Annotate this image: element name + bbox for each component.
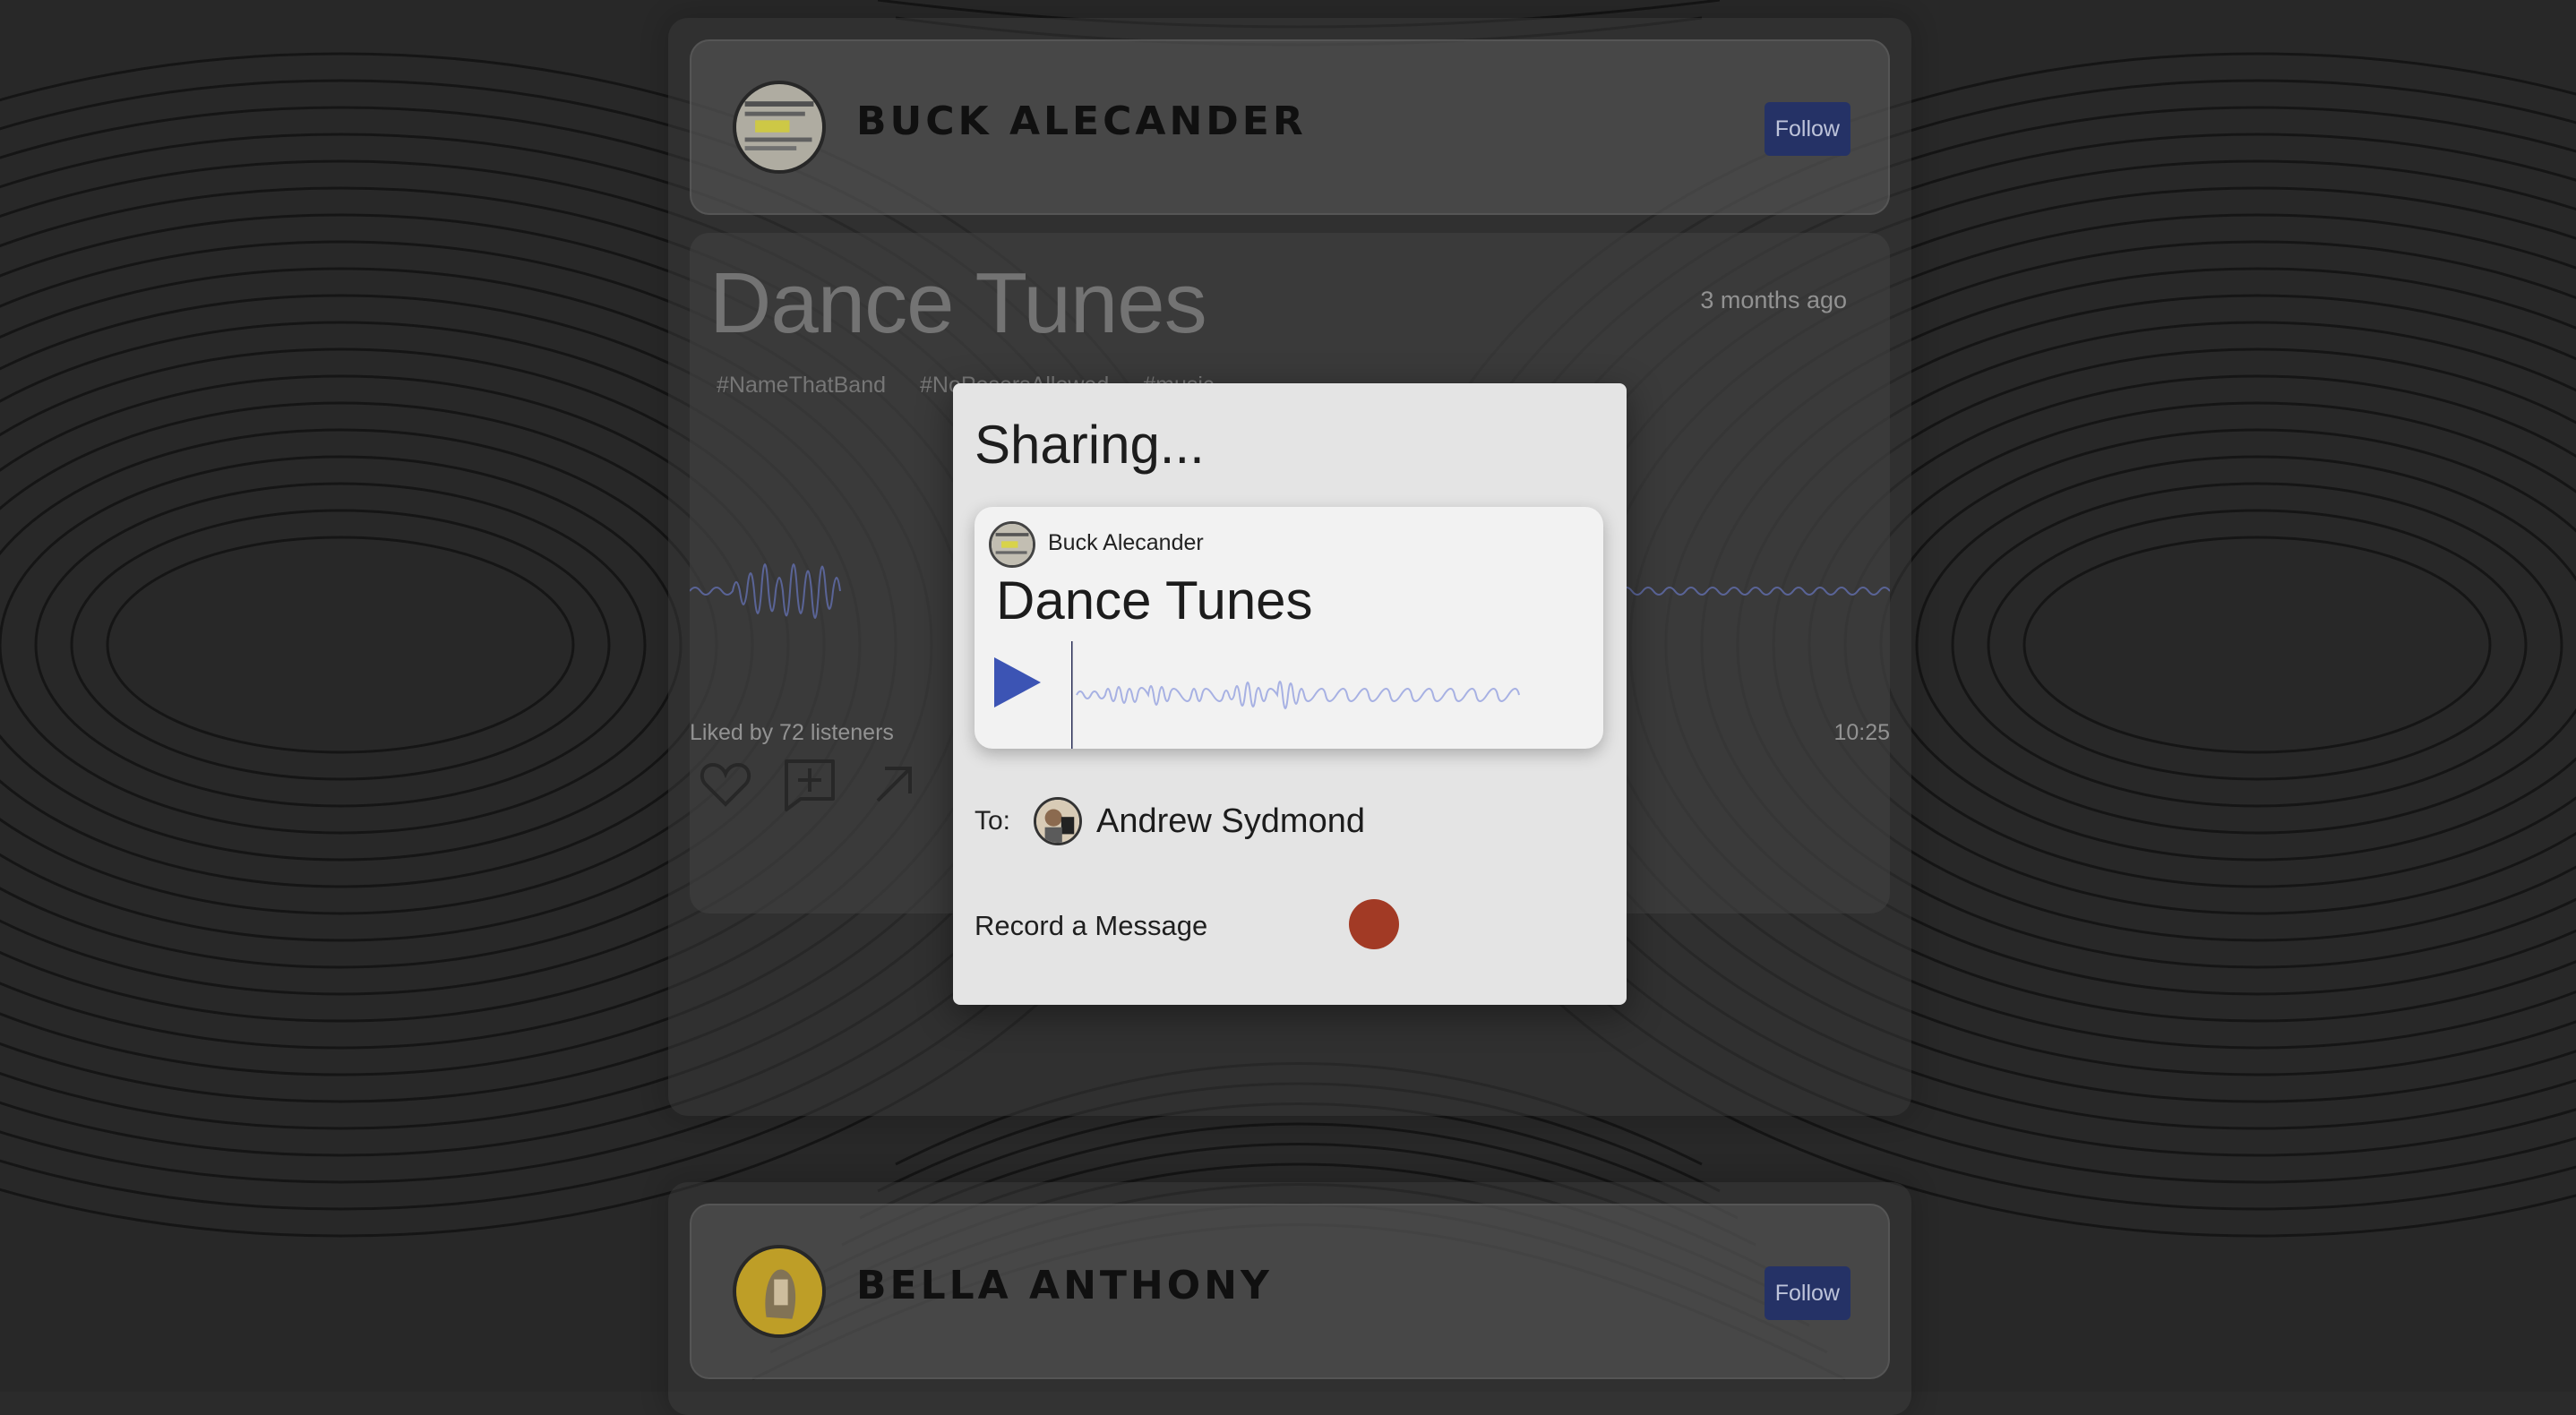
record-button[interactable] <box>1349 899 1399 949</box>
play-icon <box>994 657 1041 708</box>
record-message-label: Record a Message <box>975 910 1208 941</box>
recipient-row: To: Andrew Sydmond <box>975 797 1365 845</box>
shared-artist-name: Buck Alecander <box>1048 530 1204 555</box>
play-button[interactable] <box>989 654 1046 711</box>
recipient-name[interactable]: Andrew Sydmond <box>1096 802 1365 841</box>
modal-title: Sharing... <box>975 415 1205 475</box>
artist-avatar <box>989 521 1035 568</box>
recipient-avatar <box>1034 797 1083 845</box>
shared-track-card: Buck Alecander Dance Tunes <box>975 507 1603 749</box>
shared-track-title: Dance Tunes <box>996 570 1313 630</box>
shared-waveform[interactable] <box>1071 641 1591 749</box>
to-label: To: <box>975 806 1011 836</box>
share-modal: Sharing... Buck Alecander Dance Tunes To… <box>953 383 1627 1005</box>
